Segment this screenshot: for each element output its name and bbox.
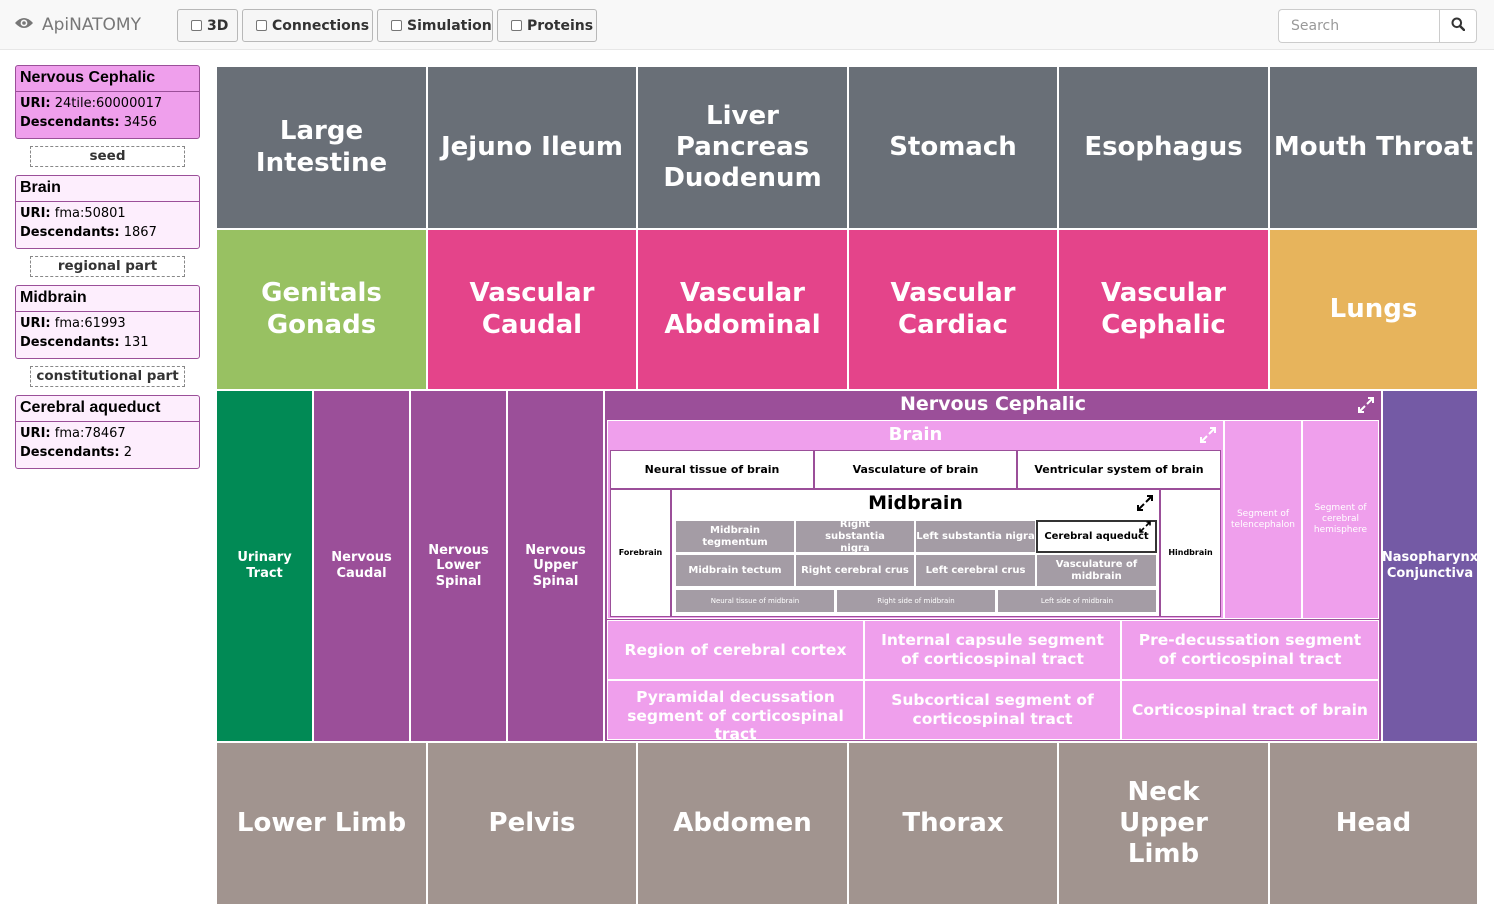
tile-forebrain[interactable]: Forebrain: [610, 489, 671, 617]
tile-right-substantia-nigra[interactable]: Right substantia nigra: [795, 520, 915, 553]
tile-lungs[interactable]: Lungs: [1269, 229, 1478, 390]
tile-mouth-throat[interactable]: Mouth Throat: [1269, 66, 1478, 229]
tile-internal-capsule-segment[interactable]: Internal capsule segment of corticospina…: [864, 620, 1121, 680]
card-uri: URI: fma:50801: [20, 206, 126, 221]
toggle-proteins[interactable]: Proteins: [497, 9, 597, 42]
toggle-simulation-label: Simulation: [407, 17, 492, 34]
toggle-3d[interactable]: 3D: [177, 9, 238, 42]
node-card-midbrain[interactable]: Midbrain URI: fma:61993 Descendants: 131: [15, 285, 200, 359]
tile-subcortical-segment[interactable]: Subcortical segment of corticospinal tra…: [864, 680, 1121, 740]
checkbox-icon[interactable]: [191, 20, 202, 31]
card-title: Brain: [16, 176, 199, 202]
tile-ventricular-system-of-brain[interactable]: Ventricular system of brain: [1017, 450, 1221, 489]
relation-label: constitutional part: [30, 366, 185, 387]
tile-neural-tissue-of-brain[interactable]: Neural tissue of brain: [610, 450, 814, 489]
tile-vascular-cephalic[interactable]: Vascular Cephalic: [1058, 229, 1269, 390]
tile-stomach[interactable]: Stomach: [848, 66, 1058, 229]
midbrain-title: Midbrain: [868, 492, 963, 514]
brain-title: Brain: [888, 423, 943, 445]
expand-icon[interactable]: [1356, 395, 1376, 415]
tile-nervous-lower-spinal[interactable]: Nervous Lower Spinal: [410, 390, 507, 742]
toggle-simulation[interactable]: Simulation: [377, 9, 493, 42]
node-card-cerebral-aqueduct[interactable]: Cerebral aqueduct URI: fma:78467 Descend…: [15, 395, 200, 469]
relation-label: regional part: [30, 256, 185, 277]
tile-nervous-caudal[interactable]: Nervous Caudal: [313, 390, 410, 742]
search-button[interactable]: [1439, 9, 1477, 43]
tile-left-side-of-midbrain[interactable]: Left side of midbrain: [997, 589, 1157, 613]
card-uri: URI: fma:61993: [20, 316, 126, 331]
expand-icon[interactable]: [1135, 493, 1155, 513]
brand[interactable]: ApiNATOMY: [14, 14, 141, 36]
tile-midbrain-tegmentum[interactable]: Midbrain tegmentum: [675, 520, 795, 553]
tile-vascular-caudal[interactable]: Vascular Caudal: [427, 229, 637, 390]
nervous-cephalic-title: Nervous Cephalic: [899, 393, 1087, 415]
tile-lower-limb[interactable]: Lower Limb: [216, 742, 427, 905]
tile-nasopharynx-conjunctiva[interactable]: Nasopharynx Conjunctiva: [1382, 390, 1478, 742]
search-icon: [1451, 17, 1466, 36]
card-uri: URI: fma:78467: [20, 426, 126, 441]
tile-segment-of-telencephalon[interactable]: Segment of telencephalon: [1224, 420, 1302, 619]
tile-nervous-upper-spinal[interactable]: Nervous Upper Spinal: [507, 390, 604, 742]
expand-icon[interactable]: [1138, 520, 1152, 534]
eye-icon: [14, 16, 34, 35]
toggle-connections-label: Connections: [272, 17, 370, 34]
tile-pelvis[interactable]: Pelvis: [427, 742, 637, 905]
expand-icon[interactable]: [1198, 425, 1218, 445]
tile-midbrain-tectum[interactable]: Midbrain tectum: [675, 554, 795, 587]
tile-right-cerebral-crus[interactable]: Right cerebral crus: [795, 554, 915, 587]
tile-esophagus[interactable]: Esophagus: [1058, 66, 1269, 229]
toggle-3d-label: 3D: [207, 17, 229, 34]
tile-liver-pancreas-duodenum[interactable]: Liver Pancreas Duodenum: [637, 66, 848, 229]
tile-vascular-cardiac[interactable]: Vascular Cardiac: [848, 229, 1058, 390]
toggle-proteins-label: Proteins: [527, 17, 594, 34]
tile-vascular-abdominal[interactable]: Vascular Abdominal: [637, 229, 848, 390]
tile-left-cerebral-crus[interactable]: Left cerebral crus: [915, 554, 1036, 587]
app-title: ApiNATOMY: [42, 15, 141, 35]
toggle-connections[interactable]: Connections: [242, 9, 373, 42]
tile-head[interactable]: Head: [1269, 742, 1478, 905]
card-title: Midbrain: [16, 286, 199, 312]
card-descendants: Descendants: 2: [20, 445, 133, 460]
card-descendants: Descendants: 1867: [20, 225, 157, 240]
tile-large-intestine[interactable]: Large Intestine: [216, 66, 427, 229]
tile-genitals-gonads[interactable]: Genitals Gonads: [216, 229, 427, 390]
node-card-brain[interactable]: Brain URI: fma:50801 Descendants: 1867: [15, 175, 200, 249]
tile-region-of-cerebral-cortex[interactable]: Region of cerebral cortex: [607, 620, 864, 680]
tile-urinary-tract[interactable]: Urinary Tract: [216, 390, 313, 742]
tile-vasculature-of-brain[interactable]: Vasculature of brain: [814, 450, 1017, 489]
tile-right-side-of-midbrain[interactable]: Right side of midbrain: [836, 589, 996, 613]
tile-left-substantia-nigra[interactable]: Left substantia nigra: [915, 520, 1036, 553]
tile-neural-tissue-of-midbrain[interactable]: Neural tissue of midbrain: [675, 589, 835, 613]
search-input[interactable]: [1278, 9, 1440, 43]
tile-neck-upper-limb[interactable]: Neck Upper Limb: [1058, 742, 1269, 905]
card-descendants: Descendants: 131: [20, 335, 149, 350]
navbar: ApiNATOMY 3D Connections Simulation Prot…: [0, 0, 1494, 50]
tile-hindbrain[interactable]: Hindbrain: [1160, 489, 1221, 617]
tile-thorax[interactable]: Thorax: [848, 742, 1058, 905]
card-title: Cerebral aqueduct: [16, 396, 199, 422]
tile-pre-decussation-segment[interactable]: Pre-decussation segment of corticospinal…: [1121, 620, 1379, 680]
tile-corticospinal-tract-of-brain[interactable]: Corticospinal tract of brain: [1121, 680, 1379, 740]
tile-abdomen[interactable]: Abdomen: [637, 742, 848, 905]
card-uri: URI: 24tile:60000017: [20, 96, 163, 111]
tile-segment-of-cerebral-hemisphere[interactable]: Segment of cerebral hemisphere: [1302, 420, 1379, 619]
node-card-nervous-cephalic[interactable]: Nervous Cephalic URI: 24tile:60000017 De…: [15, 65, 200, 139]
card-descendants: Descendants: 3456: [20, 115, 157, 130]
tile-pyramidal-decussation-segment[interactable]: Pyramidal decussation segment of cortico…: [607, 680, 864, 740]
tile-jejuno-ileum[interactable]: Jejuno Ileum: [427, 66, 637, 229]
relation-label: seed: [30, 146, 185, 167]
card-title: Nervous Cephalic: [16, 66, 199, 92]
checkbox-icon[interactable]: [256, 20, 267, 31]
tile-vasculature-of-midbrain[interactable]: Vasculature of midbrain: [1036, 554, 1157, 587]
checkbox-icon[interactable]: [391, 20, 402, 31]
checkbox-icon[interactable]: [511, 20, 522, 31]
